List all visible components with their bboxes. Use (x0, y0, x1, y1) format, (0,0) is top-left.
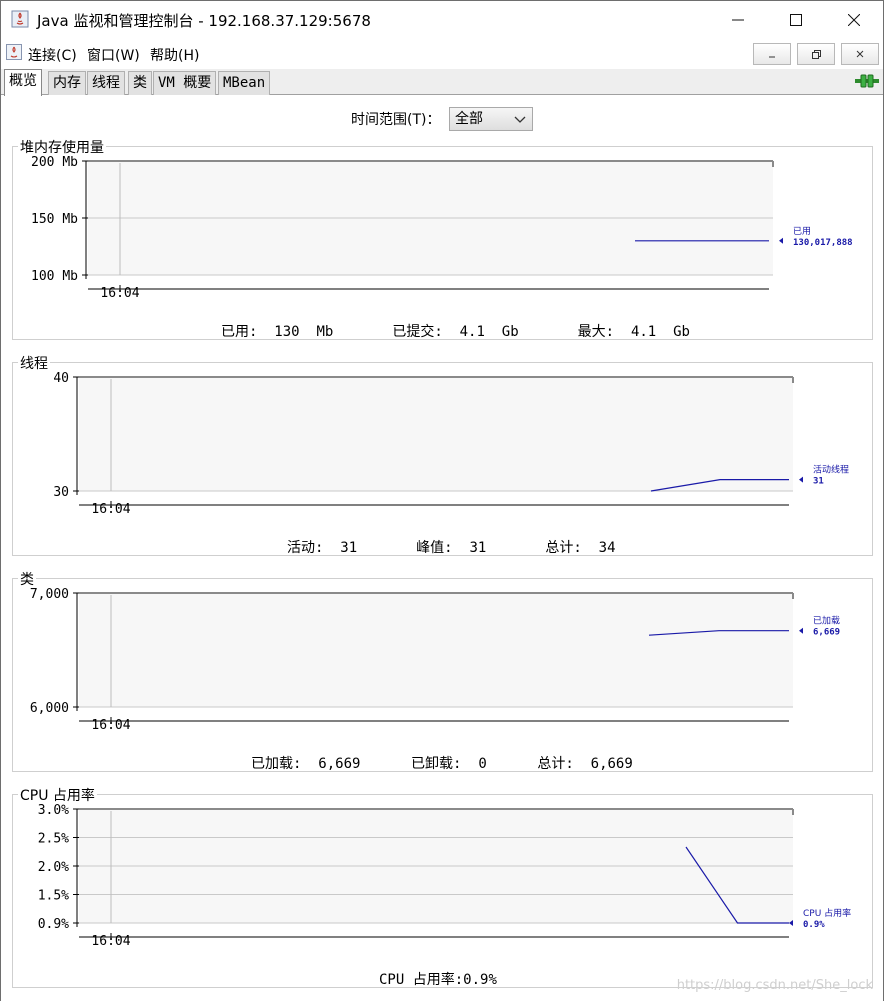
heap-chart: 200 Mb 150 Mb 100 Mb 16:04 已用130,017,888 (31, 155, 853, 301)
inner-close-button[interactable] (841, 43, 879, 65)
classes-unloaded-value: 0 (478, 756, 487, 772)
series-pointer-icon (799, 476, 803, 483)
tab-vm-summary[interactable]: VM 概要 (153, 71, 217, 95)
tab-memory[interactable]: 内存 (48, 71, 86, 95)
threads-panel: 线程 40 30 16:04 活动线程 31 活动: 31 峰值: 31 总计: 34 (12, 353, 873, 557)
window-title: Java 监视和管理控制台 - 192.168.37.129:5678 (37, 12, 371, 30)
threads-peak-label: 峰值: (416, 540, 453, 556)
series-value-label: 130,017,888 (793, 238, 853, 248)
close-icon (856, 50, 864, 58)
minimize-button[interactable] (709, 1, 767, 39)
menu-window[interactable]: 窗口(W) (87, 45, 140, 65)
y-tick-label: 200 Mb (31, 155, 78, 170)
series-name-label: 已用 (793, 226, 811, 237)
java-menu-icon[interactable] (6, 44, 22, 60)
y-tick-label: 3.0% (38, 803, 69, 818)
threads-total-value: 34 (598, 540, 616, 556)
x-tick-label: 16:04 (91, 934, 130, 949)
classes-chart: 7,000 6,000 16:04 已加载6,669 (30, 587, 840, 733)
tab-classes[interactable]: 类 (128, 71, 152, 95)
tab-mbean[interactable]: MBean (218, 71, 271, 95)
maximize-icon (790, 14, 802, 26)
overview-content: 时间范围(T)： 全部 堆内存使用量 200 Mb 150 Mb 100 Mb 16:… (1, 96, 883, 1001)
threads-summary: 活动: 31 峰值: 31 总计: 34 (287, 537, 616, 557)
jconsole-window: Java 监视和管理控制台 - 192.168.37.129:5678 连接(C… (0, 0, 884, 1001)
menu-connection[interactable]: 连接(C) (28, 45, 77, 65)
plot-background (79, 593, 793, 707)
classes-unloaded-label: 已卸载: (411, 756, 462, 772)
y-tick-label: 30 (53, 485, 69, 500)
x-tick-label: 16:04 (91, 502, 130, 517)
heap-used-label: 已用: (221, 324, 258, 340)
classes-total-label: 总计: (537, 756, 574, 772)
x-tick-label: 16:04 (100, 286, 139, 301)
menu-help[interactable]: 帮助(H) (150, 45, 199, 65)
heap-summary: 已用: 130 Mb 已提交: 4.1 Gb 最大: 4.1 Gb (221, 321, 690, 341)
threads-total-label: 总计: (545, 540, 582, 556)
classes-loaded-label: 已加载: (251, 756, 302, 772)
title-bar[interactable]: Java 监视和管理控制台 - 192.168.37.129:5678 (1, 1, 883, 39)
y-tick-label: 40 (53, 371, 69, 386)
inner-restore-button[interactable] (797, 43, 835, 65)
threads-live-label: 活动: (287, 540, 324, 556)
x-tick-label: 16:04 (91, 718, 130, 733)
heap-used-value: 130 Mb (274, 324, 334, 340)
cpu-summary: CPU 占用率:0.9% (379, 969, 497, 989)
tab-bar: 概览 内存 线程 类 VM 概要 MBean (1, 69, 883, 96)
chevron-down-icon (514, 116, 526, 123)
threads-chart: 40 30 16:04 活动线程31 (53, 371, 849, 517)
plot-background (79, 377, 793, 491)
close-button[interactable] (825, 1, 883, 39)
y-tick-label: 2.5% (38, 832, 69, 847)
series-value-label: 0.9% (803, 920, 825, 930)
y-tick-label: 100 Mb (31, 269, 78, 284)
threads-live-value: 31 (340, 540, 358, 556)
series-name-label: CPU 占用率 (803, 907, 851, 919)
y-tick-label: 0.9% (38, 917, 69, 932)
series-name-label: 已加载 (813, 615, 840, 627)
classes-total-value: 6,669 (590, 756, 633, 772)
classes-summary: 已加载: 6,669 已卸载: 0 总计: 6,669 (251, 753, 633, 773)
classes-loaded-value: 6,669 (318, 756, 361, 772)
cpu-usage-value: 0.9% (463, 972, 497, 988)
heap-panel: 堆内存使用量 200 Mb 150 Mb 100 Mb 16:04 已用 130,017,… (12, 137, 873, 341)
tab-threads[interactable]: 线程 (87, 71, 125, 95)
java-app-icon (11, 10, 29, 28)
y-tick-label: 7,000 (30, 587, 69, 602)
tab-overview[interactable]: 概览 (4, 69, 42, 96)
connected-plug-icon (855, 74, 879, 88)
y-tick-label: 6,000 (30, 701, 69, 716)
menu-bar: 连接(C) 窗口(W) 帮助(H) (1, 39, 883, 69)
y-tick-label: 2.0% (38, 860, 69, 875)
minimize-icon (769, 56, 775, 58)
series-pointer-icon (779, 237, 783, 244)
y-tick-label: 1.5% (38, 889, 69, 904)
watermark: https://blog.csdn.net/She_lock (676, 978, 873, 993)
heap-committed-label: 已提交: (392, 324, 443, 340)
maximize-button[interactable] (767, 1, 825, 39)
heap-max-label: 最大: (577, 324, 615, 340)
cpu-panel: CPU 占用率 3.0% 2.5% 2.0% 1.5% 0.9% 16:04 CPU 占用率… (12, 785, 873, 989)
time-range-select[interactable]: 全部 (449, 107, 533, 131)
series-name-label: 活动线程 (813, 464, 849, 476)
inner-minimize-button[interactable] (753, 43, 791, 65)
close-icon (848, 14, 860, 26)
heap-max-value: 4.1 Gb (630, 324, 690, 340)
series-value-label: 6,669 (813, 628, 840, 638)
series-pointer-icon (799, 627, 803, 634)
minimize-icon (732, 19, 744, 21)
cpu-chart: 3.0%2.5%2.0%1.5%0.9%16:04CPU 占用率0.9% (38, 803, 851, 949)
heap-committed-value: 4.1 Gb (459, 324, 519, 340)
time-range-value: 全部 (455, 111, 483, 127)
restore-icon (811, 49, 821, 59)
threads-peak-value: 31 (469, 540, 487, 556)
classes-panel: 类 7,000 6,000 16:04 已加载 6,669 已加载: 6,669 已卸载… (12, 569, 873, 773)
cpu-usage-label: CPU 占用率: (379, 972, 464, 988)
time-range-label: 时间范围(T)： (351, 112, 441, 128)
y-tick-label: 150 Mb (31, 212, 78, 227)
series-value-label: 31 (813, 477, 824, 487)
